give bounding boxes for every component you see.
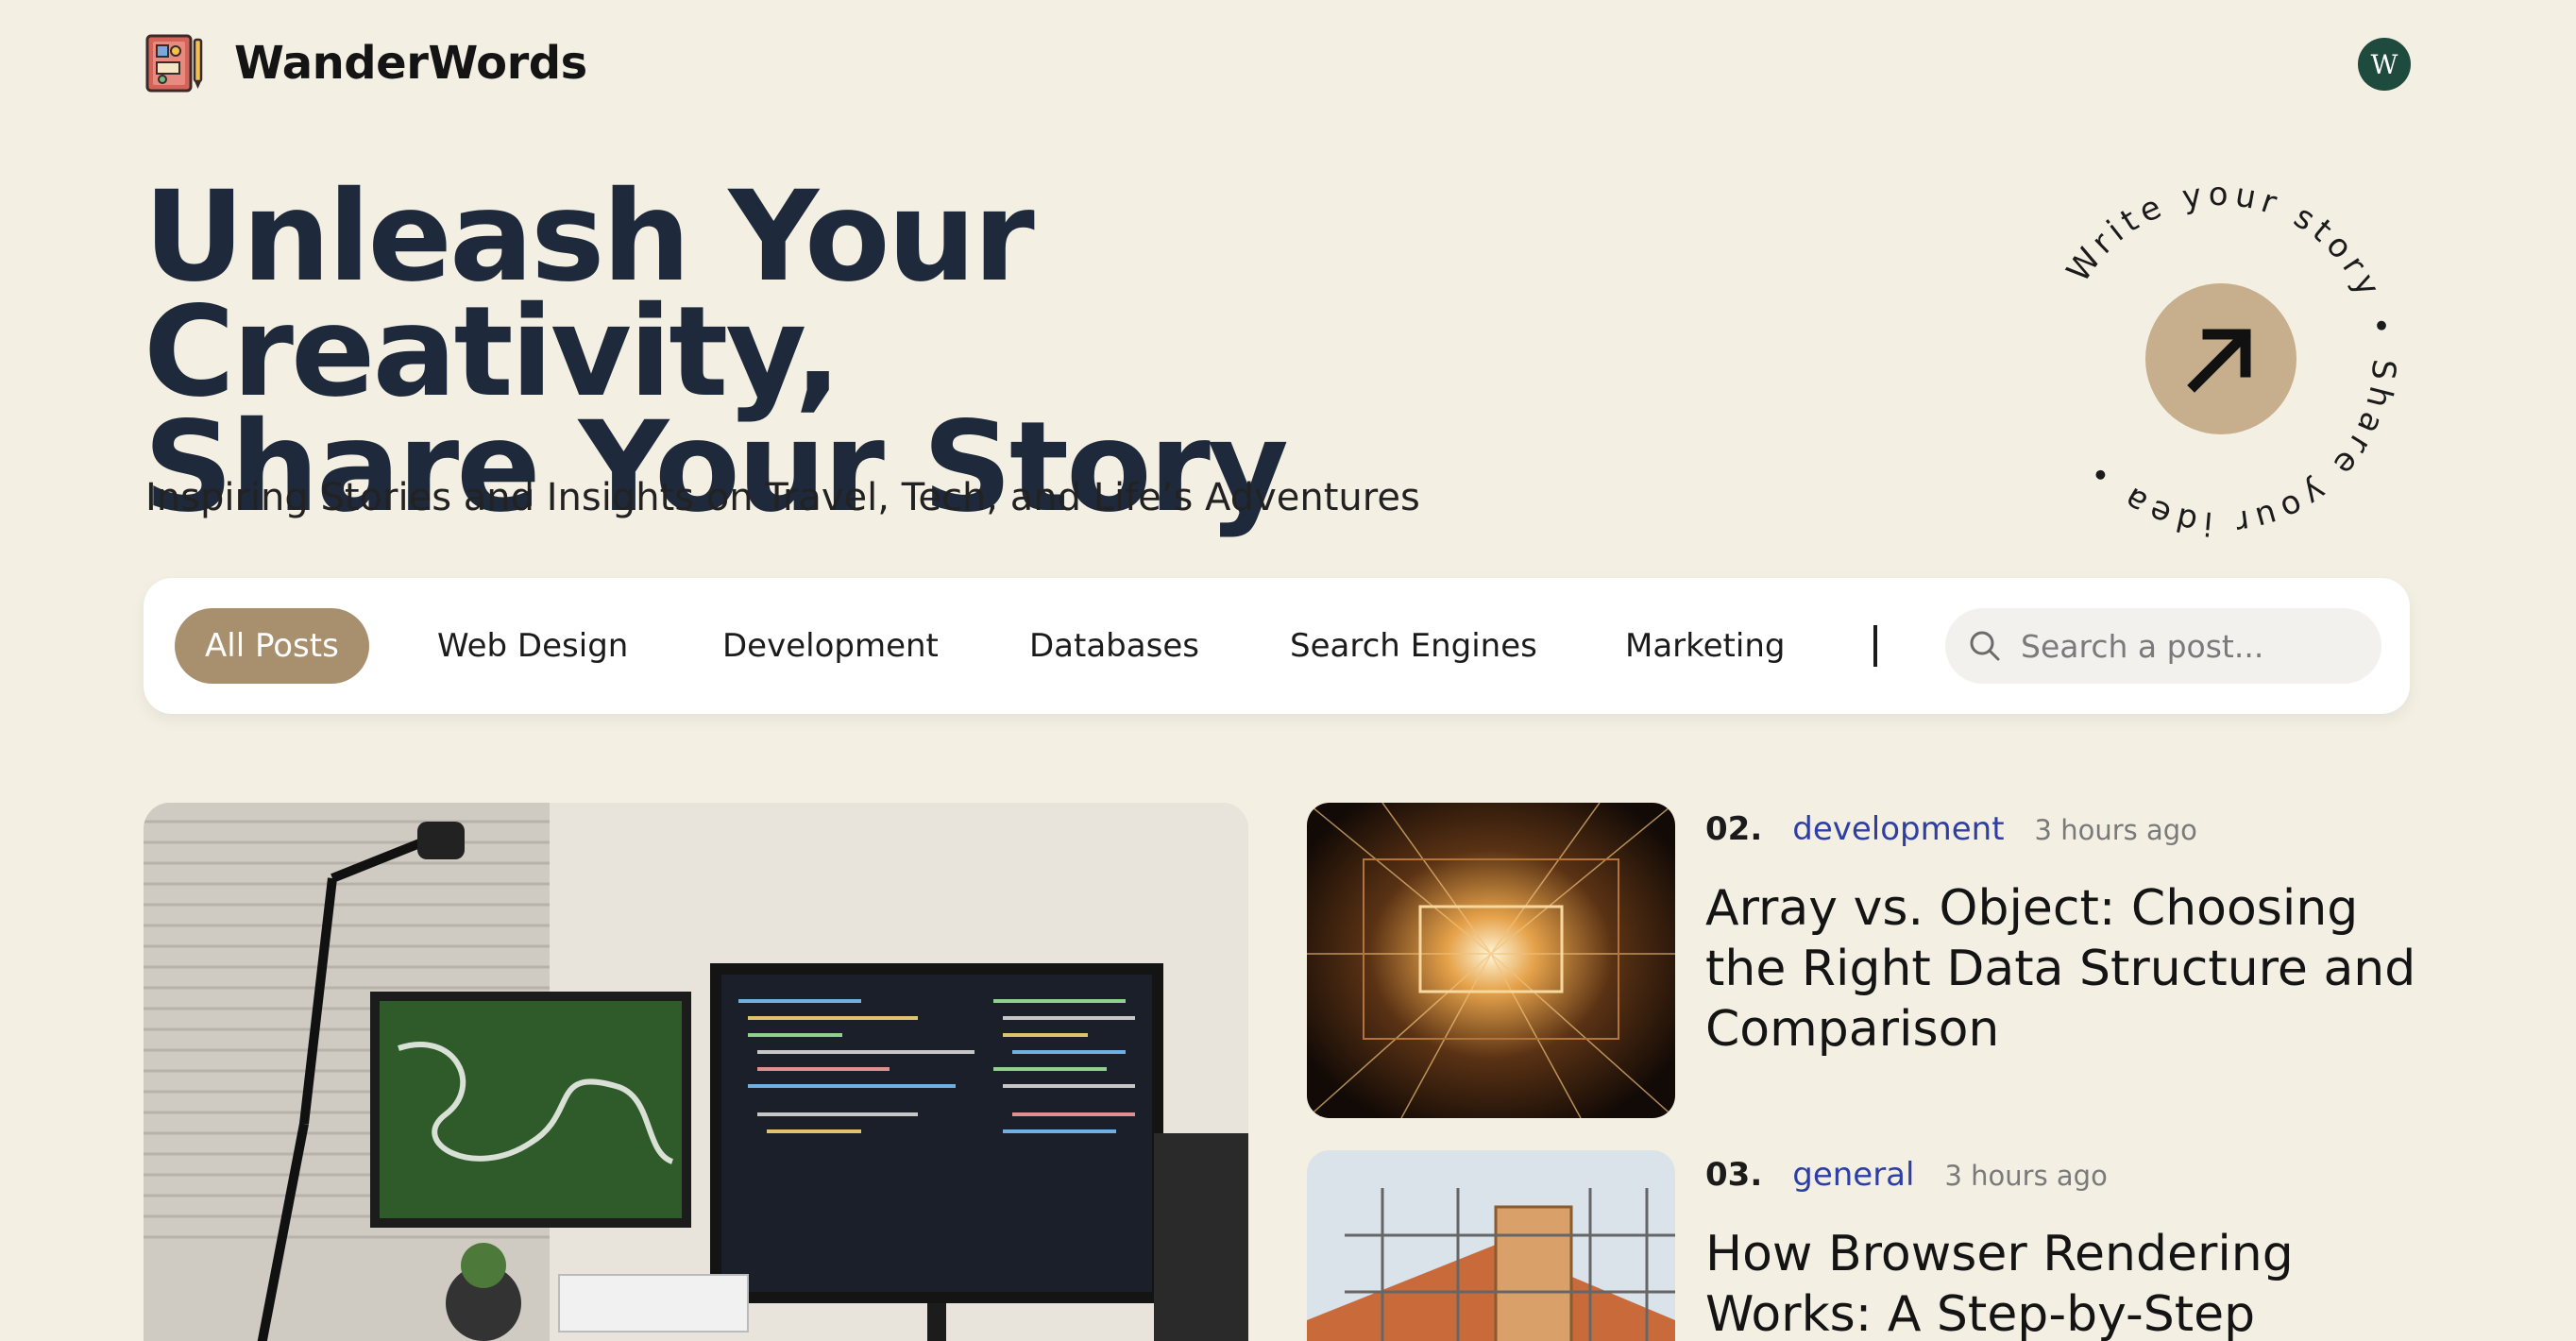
category-bar: All Posts Web Design Development Databas… [144, 578, 2410, 714]
divider [1873, 625, 1877, 667]
hero-subtitle: Inspiring Stories and Insights on Travel… [145, 476, 1420, 519]
desk-setup-image [144, 803, 1248, 1341]
post-title-2[interactable]: How Browser Rendering Works: A Step-by-S… [1705, 1224, 2442, 1341]
post-category-link[interactable]: development [1792, 810, 2004, 848]
category-all-posts[interactable]: All Posts [175, 608, 369, 684]
post-meta-1: 02. development 3 hours ago [1705, 810, 2197, 848]
post-timestamp: 3 hours ago [2034, 814, 2197, 846]
post-number: 02. [1705, 810, 1763, 848]
data-tunnel-image [1307, 803, 1675, 1118]
write-story-badge[interactable]: Write your story • Share your idea • [2040, 176, 2398, 542]
notebook-logo-icon [145, 34, 203, 93]
search-box[interactable] [1945, 608, 2381, 684]
page: WanderWords W Unleash Your Creativity, S… [0, 0, 2576, 1341]
search-input[interactable] [2021, 627, 2361, 665]
hero-title-line-1: Unleash Your Creativity, [144, 164, 1035, 425]
category-search-engines[interactable]: Search Engines [1290, 608, 1537, 684]
featured-post-image[interactable] [144, 803, 1248, 1341]
post-category-link[interactable]: general [1792, 1156, 1914, 1194]
hero-title: Unleash Your Creativity, Share Your Stor… [144, 164, 1749, 530]
arrow-up-right-icon [2187, 329, 2251, 393]
category-marketing[interactable]: Marketing [1625, 608, 1785, 684]
post-thumbnail-1[interactable] [1307, 803, 1675, 1118]
category-development[interactable]: Development [722, 608, 939, 684]
post-title-1[interactable]: Array vs. Object: Choosing the Right Dat… [1705, 878, 2442, 1060]
site-name: WanderWords [234, 37, 587, 90]
construction-image [1307, 1150, 1675, 1341]
arrow-button[interactable] [2145, 283, 2296, 434]
category-web-design[interactable]: Web Design [437, 608, 628, 684]
search-icon [1970, 631, 2000, 661]
post-thumbnail-2[interactable] [1307, 1150, 1675, 1341]
post-meta-2: 03. general 3 hours ago [1705, 1156, 2108, 1194]
site-logo[interactable]: WanderWords [144, 32, 587, 94]
post-timestamp: 3 hours ago [1944, 1160, 2108, 1192]
category-databases[interactable]: Databases [1029, 608, 1199, 684]
post-number: 03. [1705, 1156, 1763, 1194]
user-avatar[interactable]: W [2358, 38, 2411, 91]
